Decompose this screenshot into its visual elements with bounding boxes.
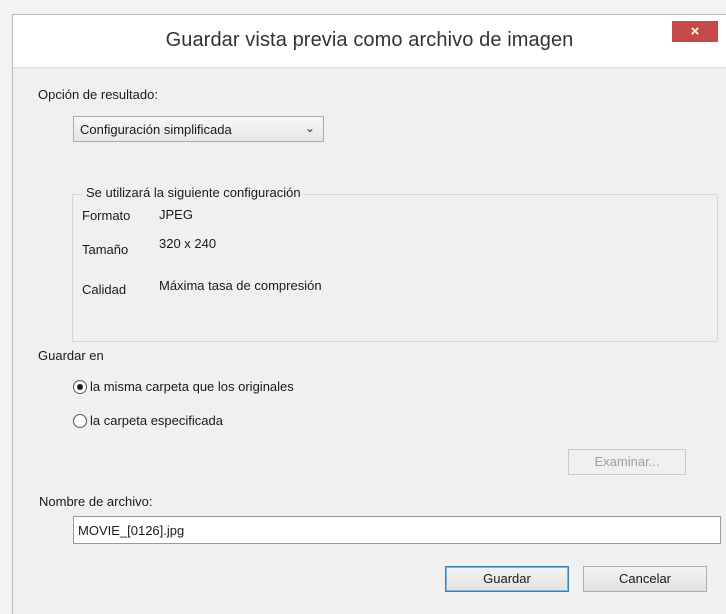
radio-button-checked[interactable] xyxy=(73,379,87,394)
dialog-body: Opción de resultado: Configuración simpl… xyxy=(13,67,726,614)
filename-label: Nombre de archivo: xyxy=(39,494,153,509)
close-button[interactable]: × xyxy=(672,21,718,42)
quality-label: Calidad xyxy=(82,282,127,297)
settings-group-legend: Se utilizará la siguiente configuración xyxy=(82,185,305,200)
quality-value: Máxima tasa de compresión xyxy=(159,278,322,293)
close-icon: × xyxy=(690,23,700,40)
cancel-button[interactable]: Cancelar xyxy=(583,566,707,592)
size-label: Tamaño xyxy=(82,242,129,257)
result-option-value: Configuración simplificada xyxy=(80,122,232,137)
result-option-label: Opción de resultado: xyxy=(38,87,158,102)
dialog-title: Guardar vista previa como archivo de ima… xyxy=(165,29,574,51)
radio-specified-folder-label: la carpeta especificada xyxy=(90,413,223,428)
filename-field[interactable] xyxy=(74,517,720,543)
filename-input[interactable] xyxy=(73,516,721,544)
save-preview-dialog: Guardar vista previa como archivo de ima… xyxy=(12,14,726,614)
radio-button-unchecked[interactable] xyxy=(73,413,87,428)
size-value: 320 x 240 xyxy=(159,236,217,251)
radio-same-folder-label: la misma carpeta que los originales xyxy=(90,379,294,394)
result-option-select[interactable]: Configuración simplificada ⌄ xyxy=(73,116,324,142)
browse-button[interactable]: Examinar... xyxy=(568,449,686,475)
format-value: JPEG xyxy=(159,207,193,222)
radio-specified-folder[interactable]: la carpeta especificada xyxy=(73,413,223,428)
radio-same-folder[interactable]: la misma carpeta que los originales xyxy=(73,379,294,394)
save-button[interactable]: Guardar xyxy=(445,566,569,592)
chevron-down-icon: ⌄ xyxy=(304,121,315,135)
format-label: Formato xyxy=(82,208,131,223)
title-bar: Guardar vista previa como archivo de ima… xyxy=(13,15,726,67)
save-in-label: Guardar en xyxy=(38,348,104,363)
